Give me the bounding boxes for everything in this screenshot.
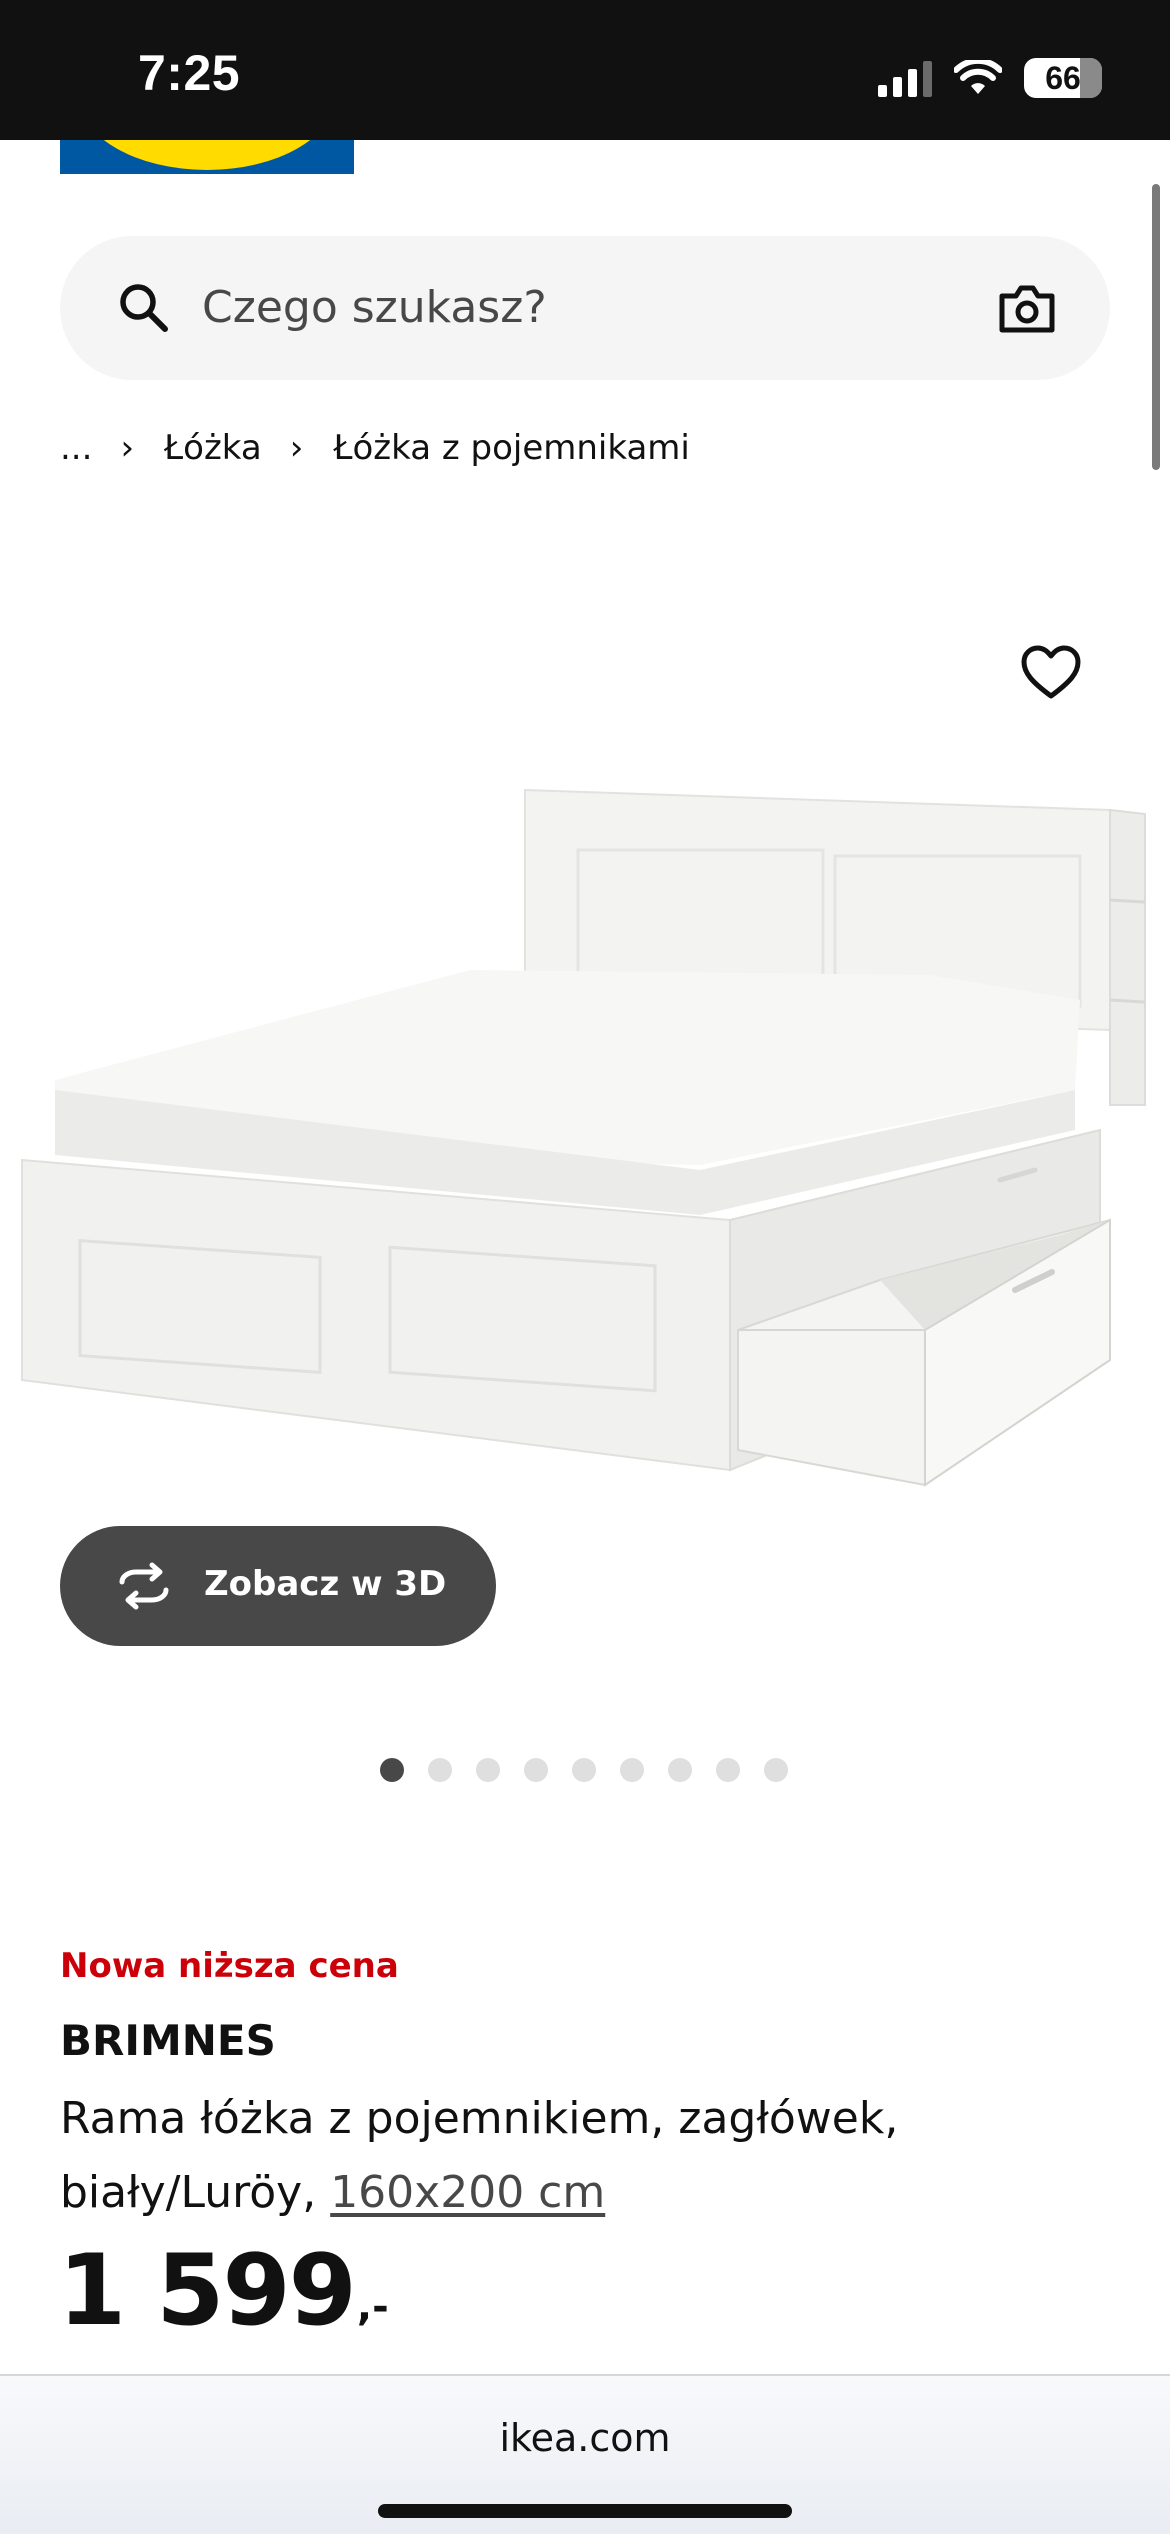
carousel-dot[interactable]	[524, 1758, 548, 1782]
rotate-3d-icon	[119, 1562, 169, 1610]
carousel-dot[interactable]	[620, 1758, 644, 1782]
product-image[interactable]	[0, 760, 1170, 1560]
chevron-right-icon: ›	[289, 428, 304, 468]
carousel-dot[interactable]	[764, 1758, 788, 1782]
search-icon	[120, 284, 168, 332]
home-indicator[interactable]	[378, 2504, 792, 2518]
carousel-dot[interactable]	[668, 1758, 692, 1782]
status-icons: 66	[878, 56, 1102, 100]
wifi-icon	[954, 60, 1002, 94]
status-time: 7:25	[138, 45, 241, 101]
browser-address-bar[interactable]: ikea.com	[0, 2374, 1170, 2534]
price-decimal: ,-	[356, 2284, 389, 2330]
breadcrumb-item-more[interactable]: ...	[60, 428, 92, 468]
search-input[interactable]: Czego szukasz?	[202, 282, 547, 333]
url-label[interactable]: ikea.com	[0, 2416, 1170, 2460]
product-description: Rama łóżka z pojemnikiem, zagłówek, biał…	[60, 2082, 1060, 2230]
promo-label: Nowa niższa cena	[60, 1946, 399, 1986]
carousel-dot[interactable]	[428, 1758, 452, 1782]
view-in-3d-button[interactable]: Zobacz w 3D	[60, 1526, 496, 1646]
carousel-dot[interactable]	[380, 1758, 404, 1782]
breadcrumb-item-storage-beds[interactable]: Łóżka z pojemnikami	[333, 428, 690, 468]
chevron-right-icon: ›	[120, 428, 135, 468]
ikea-logo[interactable]	[60, 140, 354, 174]
battery-icon: 66	[1024, 58, 1102, 98]
breadcrumb: ... › Łóżka › Łóżka z pojemnikami	[60, 428, 690, 468]
price-integer: 1 599	[58, 2234, 357, 2348]
carousel-dots	[380, 1758, 788, 1782]
carousel-dot[interactable]	[716, 1758, 740, 1782]
cellular-signal-icon	[878, 59, 932, 97]
camera-icon[interactable]	[998, 280, 1056, 336]
product-size-link[interactable]: 160x200 cm	[330, 2167, 605, 2218]
breadcrumb-item-beds[interactable]: Łóżka	[164, 428, 262, 468]
heart-icon[interactable]	[1020, 644, 1082, 700]
view-in-3d-label: Zobacz w 3D	[204, 1564, 447, 1604]
product-name: BRIMNES	[60, 2016, 276, 2065]
carousel-dot[interactable]	[572, 1758, 596, 1782]
search-bar[interactable]: Czego szukasz?	[60, 236, 1110, 380]
carousel-dot[interactable]	[476, 1758, 500, 1782]
status-bar: 7:25 66	[0, 0, 1170, 140]
scrollbar[interactable]	[1152, 184, 1160, 470]
product-price: 1 599 ,-	[58, 2236, 389, 2346]
